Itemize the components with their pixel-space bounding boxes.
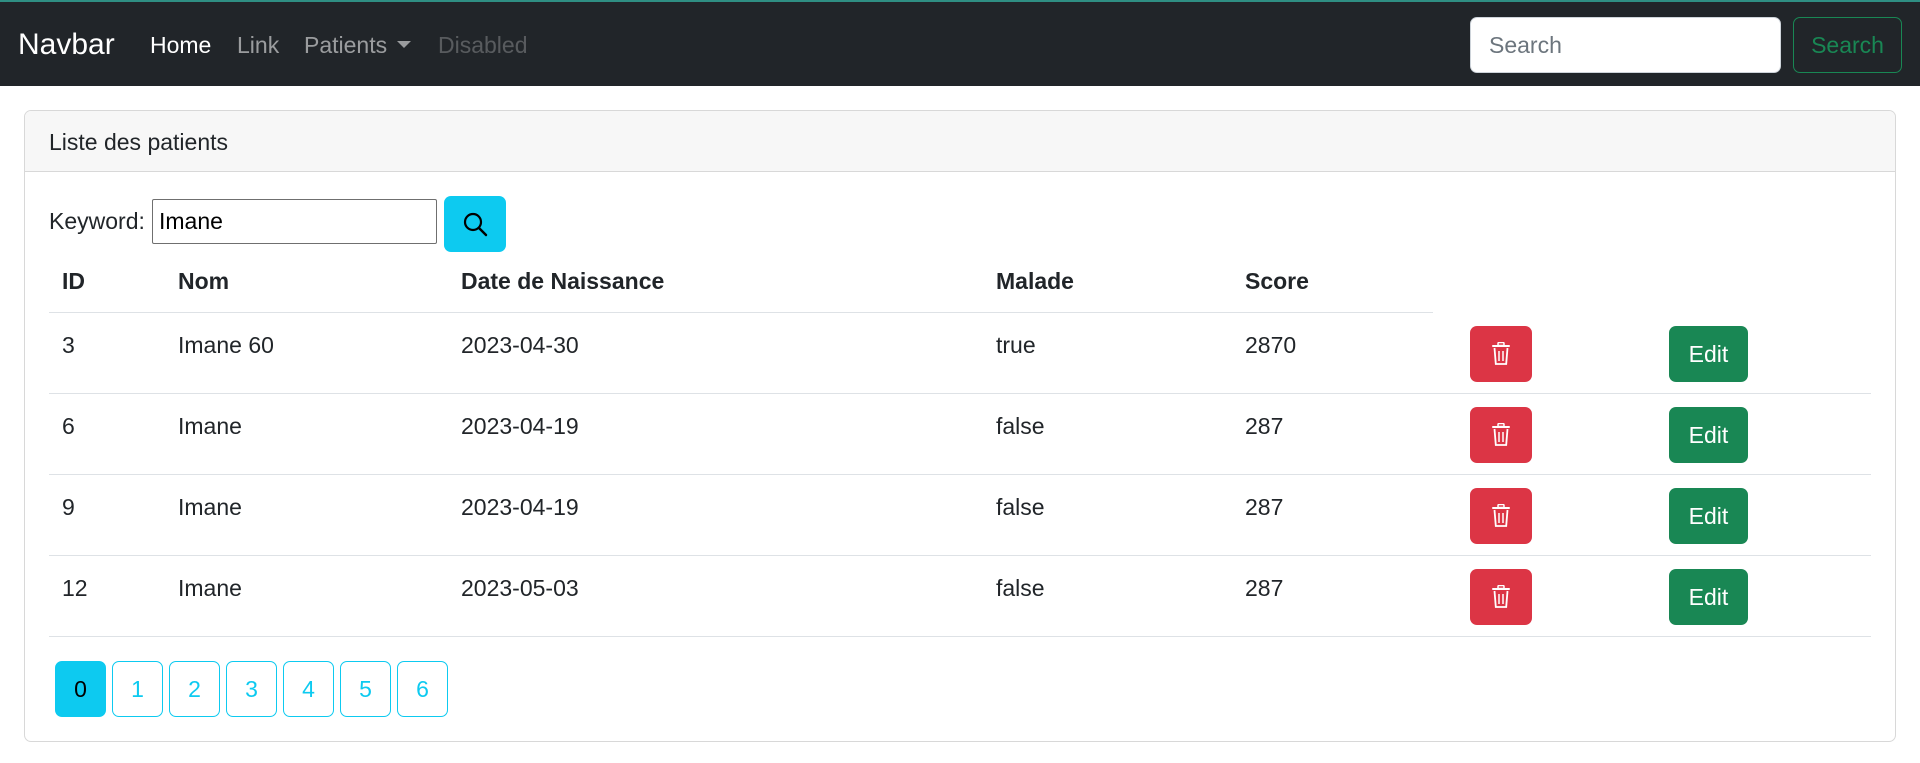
table-row: 9 Imane 2023-04-19 false 287 Edit xyxy=(49,475,1871,556)
nav-link-link[interactable]: Link xyxy=(237,32,279,59)
cell-date: 2023-05-03 xyxy=(461,575,579,601)
nav-dropdown-label: Patients xyxy=(304,32,388,58)
card-header: Liste des patients xyxy=(25,111,1895,172)
cell-id: 3 xyxy=(62,332,75,358)
trash-icon xyxy=(1492,423,1510,446)
cell-nom: Imane xyxy=(178,413,242,439)
keyword-search-button[interactable] xyxy=(444,196,506,252)
column-header-score: Score xyxy=(1245,268,1309,294)
edit-button[interactable]: Edit xyxy=(1669,569,1748,625)
cell-malade: false xyxy=(996,413,1045,439)
navbar: Navbar Home Link Patients Disabled Searc… xyxy=(0,0,1920,86)
column-header-malade: Malade xyxy=(996,268,1074,294)
column-header-id: ID xyxy=(62,268,85,294)
nav-dropdown-patients[interactable]: Patients xyxy=(304,32,412,59)
table-row: 12 Imane 2023-05-03 false 287 Edit xyxy=(49,556,1871,637)
page-button-2[interactable]: 2 xyxy=(169,661,220,717)
cell-id: 6 xyxy=(62,413,75,439)
cell-date: 2023-04-19 xyxy=(461,413,579,439)
delete-button[interactable] xyxy=(1470,569,1532,625)
navbar-search-button[interactable]: Search xyxy=(1793,17,1902,73)
trash-icon xyxy=(1492,342,1510,365)
delete-button[interactable] xyxy=(1470,326,1532,382)
edit-button[interactable]: Edit xyxy=(1669,407,1748,463)
keyword-input[interactable] xyxy=(152,199,437,244)
cell-date: 2023-04-19 xyxy=(461,494,579,520)
column-header-date: Date de Naissance xyxy=(461,268,665,294)
nav-link-home[interactable]: Home xyxy=(150,32,211,59)
cell-date: 2023-04-30 xyxy=(461,332,579,358)
cell-score: 287 xyxy=(1245,413,1284,439)
page-button-6[interactable]: 6 xyxy=(397,661,448,717)
cell-malade: true xyxy=(996,332,1036,358)
keyword-label: Keyword: xyxy=(49,208,145,234)
page-button-4[interactable]: 4 xyxy=(283,661,334,717)
trash-icon xyxy=(1492,585,1510,608)
cell-nom: Imane xyxy=(178,575,242,601)
edit-button[interactable]: Edit xyxy=(1669,488,1748,544)
page-button-1[interactable]: 1 xyxy=(112,661,163,717)
page-button-3[interactable]: 3 xyxy=(226,661,277,717)
cell-nom: Imane 60 xyxy=(178,332,274,358)
cell-score: 2870 xyxy=(1245,332,1297,358)
cell-score: 287 xyxy=(1245,494,1284,520)
table-row: 3 Imane 60 2023-04-30 true 2870 Edit xyxy=(49,313,1871,394)
table-row: 6 Imane 2023-04-19 false 287 Edit xyxy=(49,394,1871,475)
pagination: 0 1 2 3 4 5 6 xyxy=(55,661,448,717)
page-button-5[interactable]: 5 xyxy=(340,661,391,717)
cell-malade: false xyxy=(996,494,1045,520)
nav-link-disabled: Disabled xyxy=(438,32,528,58)
cell-nom: Imane xyxy=(178,494,242,520)
cell-malade: false xyxy=(996,575,1045,601)
delete-button[interactable] xyxy=(1470,407,1532,463)
delete-button[interactable] xyxy=(1470,488,1532,544)
caret-down-icon xyxy=(397,41,412,49)
cell-id: 12 xyxy=(62,575,88,601)
page-button-0[interactable]: 0 xyxy=(55,661,106,717)
column-header-nom: Nom xyxy=(178,268,230,294)
navbar-brand[interactable]: Navbar xyxy=(18,28,115,62)
patients-card: Liste des patients Keyword: ID Nom Date … xyxy=(24,110,1896,742)
navbar-search-input[interactable] xyxy=(1470,17,1781,73)
trash-icon xyxy=(1492,504,1510,527)
search-icon xyxy=(463,212,488,237)
cell-id: 9 xyxy=(62,494,75,520)
edit-button[interactable]: Edit xyxy=(1669,326,1748,382)
cell-score: 287 xyxy=(1245,575,1284,601)
